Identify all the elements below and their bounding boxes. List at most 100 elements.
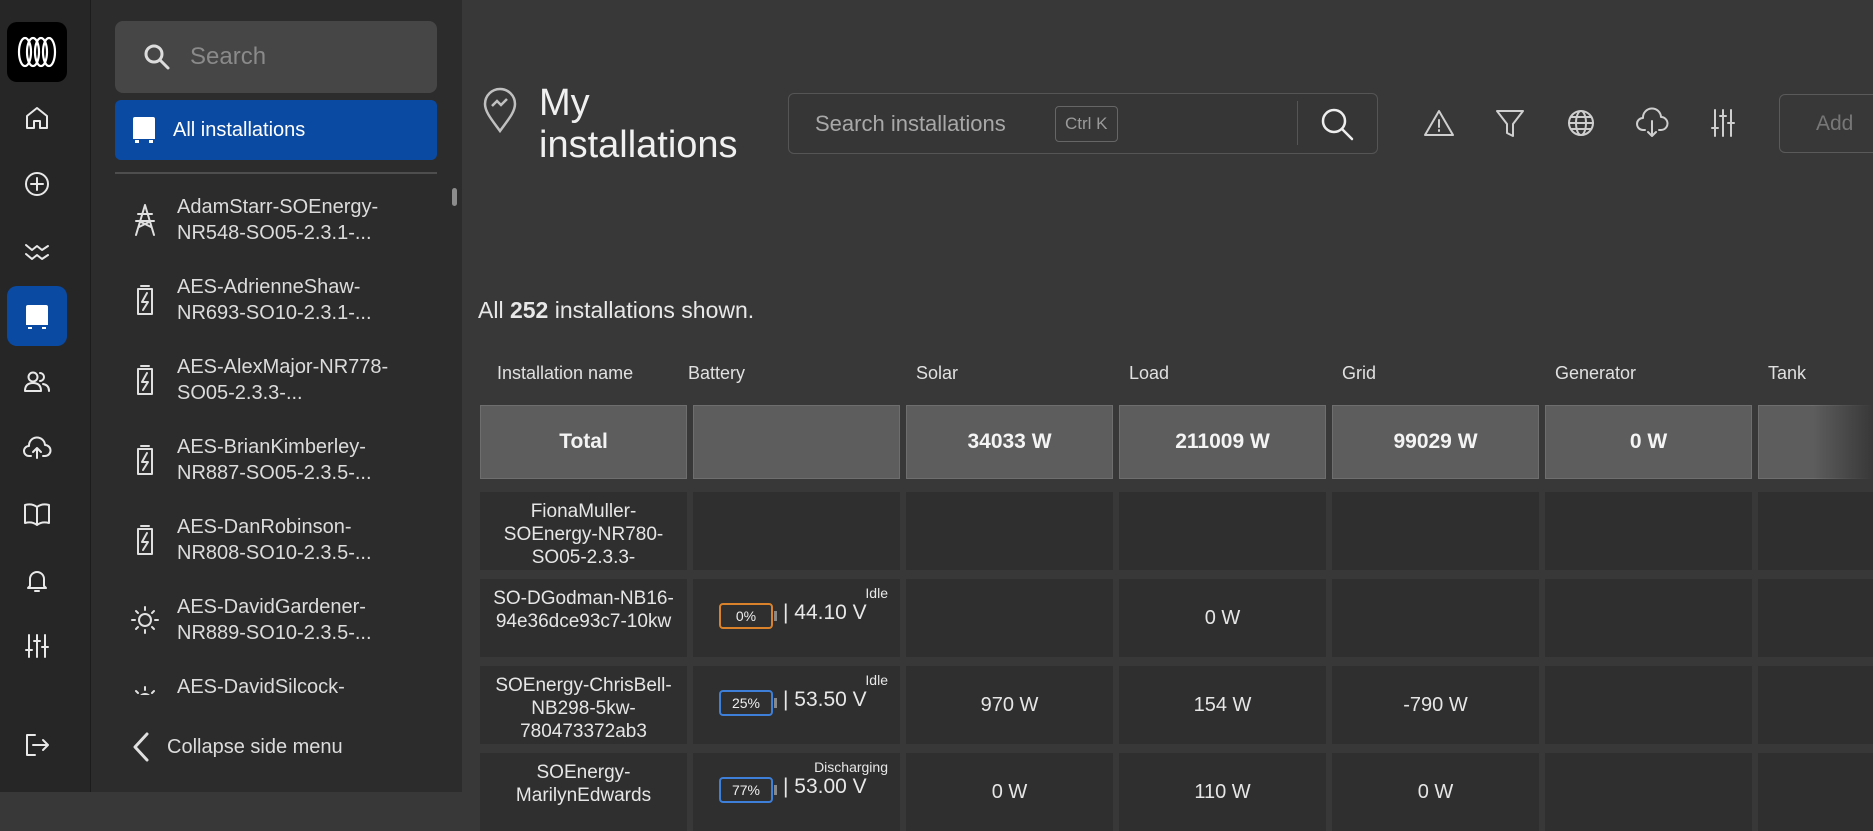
battery-voltage: | 44.10 V (783, 601, 867, 624)
sidebar-search-input[interactable] (188, 42, 422, 72)
battery-cell: Discharging 77% | 53.00 V (693, 753, 900, 831)
main-content: My installations Ctrl K Add All 252 inst… (462, 0, 1873, 831)
battery-voltage: | 53.00 V (783, 775, 867, 798)
grid-cell: 0 W (1332, 753, 1539, 831)
sun-icon (135, 686, 155, 695)
column-header-installation-name[interactable]: Installation name (497, 363, 633, 384)
load-cell: 154 W (1119, 666, 1326, 744)
battery-state: Idle (865, 672, 888, 688)
battery-cell: Idle 25% | 53.50 V (693, 666, 900, 744)
sidebar-item-installation[interactable]: AES-DavidGardener-NR889-SO10-2.3.5-... (91, 580, 453, 660)
add-button[interactable]: Add (1779, 94, 1873, 153)
sidebar-item-installation[interactable]: AES-BrianKimberley-NR887-SO05-2.3.5-... (91, 420, 453, 500)
sidebar-search[interactable] (115, 21, 437, 93)
side-menu: All installations AdamStarr-SOEnergy-NR5… (91, 0, 462, 792)
warning-icon (1424, 110, 1454, 136)
column-header-battery[interactable]: Battery (688, 363, 745, 384)
installation-name: AES-AlexMajor-NR778-SO05-2.3.3-... (177, 356, 389, 404)
location-pin-icon (482, 87, 518, 134)
sidebar-item-installation[interactable]: AES-AlexMajor-NR778-SO05-2.3.3-... (91, 340, 453, 420)
victron-logo[interactable] (7, 22, 67, 82)
download-button[interactable] (1635, 106, 1669, 140)
battery-state: Idle (865, 585, 888, 601)
firmware-button[interactable] (7, 418, 67, 478)
load-cell: 110 W (1119, 753, 1326, 831)
inverter-icon (133, 117, 155, 143)
installation-search[interactable]: Ctrl K (788, 93, 1378, 154)
home-icon (26, 107, 48, 129)
bell-icon (27, 571, 47, 592)
documentation-button[interactable] (7, 484, 67, 544)
column-header-load[interactable]: Load (1129, 363, 1169, 384)
pylon-icon (135, 204, 155, 236)
battery-state: Discharging (814, 759, 888, 775)
generator-cell (1545, 492, 1752, 570)
installation-name: AES-BrianKimberley-NR887-SO05-2.3.5-... (177, 436, 372, 484)
team-button[interactable] (7, 352, 67, 412)
notifications-button[interactable] (7, 550, 67, 610)
add-installation-button[interactable] (7, 154, 67, 214)
sidebar-item-installation[interactable]: AES-DanRobinson-NR808-SO10-2.3.5-... (91, 500, 453, 580)
installations-button[interactable] (7, 286, 67, 346)
installation-name: AES-DanRobinson-NR808-SO10-2.3.5-... (177, 516, 372, 564)
installations-count-text: All 252 installations shown. (478, 297, 754, 324)
count-prefix: All (478, 297, 504, 323)
nav-rail (0, 0, 91, 792)
graphs-button[interactable] (7, 220, 67, 280)
column-settings-button[interactable] (1706, 106, 1740, 140)
installation-name-cell[interactable]: SOEnergy-MarilynEdwards (480, 753, 687, 831)
installation-name-cell[interactable]: FionaMuller-SOEnergy-NR780-SO05-2.3.3-C0… (480, 492, 687, 570)
column-header-solar[interactable]: Solar (916, 363, 958, 384)
installation-name-cell[interactable]: SO-DGodman-NB16-94e36dce93c7-10kw (480, 579, 687, 657)
cloud-download-icon (1636, 107, 1669, 137)
logout-icon (26, 734, 49, 756)
globe-icon (1568, 110, 1594, 136)
cloud-upload-icon (23, 436, 52, 459)
grid-cell: -790 W (1332, 666, 1539, 744)
map-view-button[interactable] (1564, 106, 1598, 140)
battery-charging-icon (137, 365, 153, 395)
book-icon (24, 503, 50, 526)
logout-button[interactable] (7, 715, 67, 775)
load-cell: 0 W (1119, 579, 1326, 657)
generator-cell (1545, 753, 1752, 831)
filter-icon (1496, 110, 1524, 137)
total-grid: 99029 W (1332, 405, 1539, 479)
column-header-generator[interactable]: Generator (1555, 363, 1636, 384)
column-header-tank[interactable]: Tank (1768, 363, 1806, 384)
alarms-filter-button[interactable] (1422, 106, 1456, 140)
total-battery (693, 405, 900, 479)
grid-cell (1332, 579, 1539, 657)
installation-search-input[interactable] (813, 109, 1047, 138)
battery-soc-badge: 77% (719, 777, 777, 803)
battery-soc-badge: 25% (719, 690, 777, 716)
plus-circle-icon (25, 172, 49, 196)
search-button[interactable] (1319, 106, 1355, 142)
horizontal-scroll-fade (1813, 405, 1873, 479)
inverter-icon (26, 305, 48, 329)
sidebar-item-installation[interactable]: AdamStarr-SOEnergy-NR548-SO05-2.3.1-... (91, 180, 453, 260)
home-button[interactable] (7, 88, 67, 148)
generator-cell (1545, 579, 1752, 657)
solar-cell: 0 W (906, 753, 1113, 831)
battery-cell (693, 492, 900, 570)
installation-name: AES-DavidGardener-NR889-SO10-2.3.5-... (177, 596, 372, 644)
sidebar-item-installation[interactable]: AES-DavidSilcock-NR727- (91, 660, 453, 695)
installation-name-cell[interactable]: SOEnergy-ChrisBell-NB298-5kw-780473372ab… (480, 666, 687, 744)
chevron-left-icon (133, 732, 149, 762)
battery-voltage: | 53.50 V (783, 688, 867, 711)
sidebar-scrollbar[interactable] (452, 188, 457, 206)
collapse-side-menu-button[interactable]: Collapse side menu (91, 712, 453, 782)
battery-soc-badge: 0% (719, 603, 777, 629)
total-solar: 34033 W (906, 405, 1113, 479)
battery-cell: Idle 0% | 44.10 V (693, 579, 900, 657)
filter-button[interactable] (1493, 106, 1527, 140)
sidebar-item-all-installations[interactable]: All installations (115, 100, 437, 160)
column-header-grid[interactable]: Grid (1342, 363, 1376, 384)
settings-button[interactable] (7, 616, 67, 676)
sidebar-item-installation[interactable]: AES-AdrienneShaw-NR693-SO10-2.3.1-... (91, 260, 453, 340)
count-suffix: installations shown. (554, 297, 755, 323)
total-generator: 0 W (1545, 405, 1752, 479)
grid-cell (1332, 492, 1539, 570)
sun-icon (131, 606, 159, 634)
